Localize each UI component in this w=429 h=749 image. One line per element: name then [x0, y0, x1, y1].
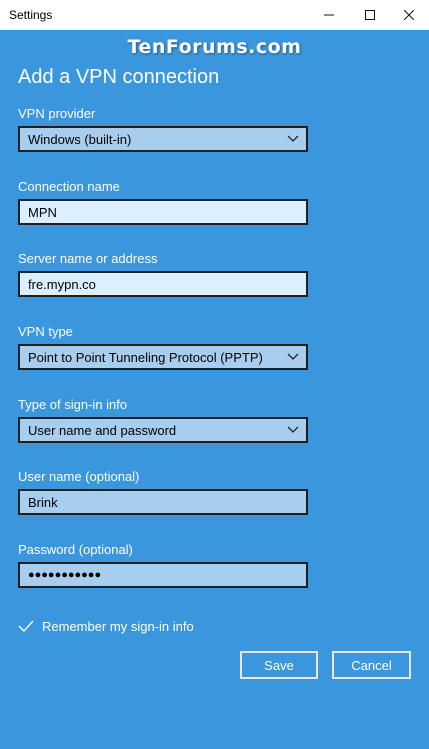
- remember-signin-checkbox[interactable]: Remember my sign-in info: [18, 616, 194, 636]
- maximize-button[interactable]: [348, 0, 392, 30]
- remember-signin-label: Remember my sign-in info: [42, 618, 194, 634]
- title-bar: Settings: [0, 0, 429, 30]
- username-input[interactable]: Brink: [18, 489, 308, 515]
- username-label: User name (optional): [18, 469, 140, 484]
- vpn-provider-select[interactable]: Windows (built-in): [18, 126, 308, 152]
- vpn-type-value: Point to Point Tunneling Protocol (PPTP): [28, 350, 263, 365]
- save-button[interactable]: Save: [240, 651, 318, 679]
- signin-type-value: User name and password: [28, 423, 177, 438]
- vpn-type-label: VPN type: [18, 324, 73, 339]
- server-address-value: fre.mypn.co: [28, 277, 96, 292]
- password-value: ●●●●●●●●●●●: [28, 569, 102, 581]
- vpn-provider-value: Windows (built-in): [28, 132, 132, 147]
- minimize-button[interactable]: [307, 0, 351, 30]
- username-value: Brink: [28, 495, 58, 510]
- page-title: Add a VPN connection: [18, 66, 220, 88]
- maximize-icon: [365, 10, 375, 20]
- vpn-provider-label: VPN provider: [18, 106, 96, 121]
- chevron-down-icon: [287, 135, 299, 142]
- connection-name-label: Connection name: [18, 179, 120, 194]
- password-input[interactable]: ●●●●●●●●●●●: [18, 562, 308, 588]
- server-address-input[interactable]: fre.mypn.co: [18, 271, 308, 297]
- vpn-type-select[interactable]: Point to Point Tunneling Protocol (PPTP): [18, 344, 308, 370]
- connection-name-value: MPN: [28, 205, 57, 220]
- cancel-button[interactable]: Cancel: [332, 651, 411, 679]
- connection-name-input[interactable]: MPN: [18, 199, 308, 225]
- window-title: Settings: [9, 8, 53, 22]
- settings-window: Settings TenForums.com Add a VPN connect…: [0, 0, 429, 749]
- checkmark-icon: [18, 620, 34, 633]
- close-button[interactable]: [387, 0, 429, 30]
- password-label: Password (optional): [18, 542, 133, 557]
- chevron-down-icon: [287, 426, 299, 433]
- chevron-down-icon: [287, 353, 299, 360]
- server-address-label: Server name or address: [18, 251, 158, 266]
- signin-type-select[interactable]: User name and password: [18, 417, 308, 443]
- vpn-form-panel: TenForums.com Add a VPN connection VPN p…: [0, 30, 429, 749]
- watermark: TenForums.com: [127, 36, 302, 58]
- minimize-icon: [324, 14, 334, 16]
- close-icon: [404, 10, 414, 20]
- signin-type-label: Type of sign-in info: [18, 397, 128, 412]
